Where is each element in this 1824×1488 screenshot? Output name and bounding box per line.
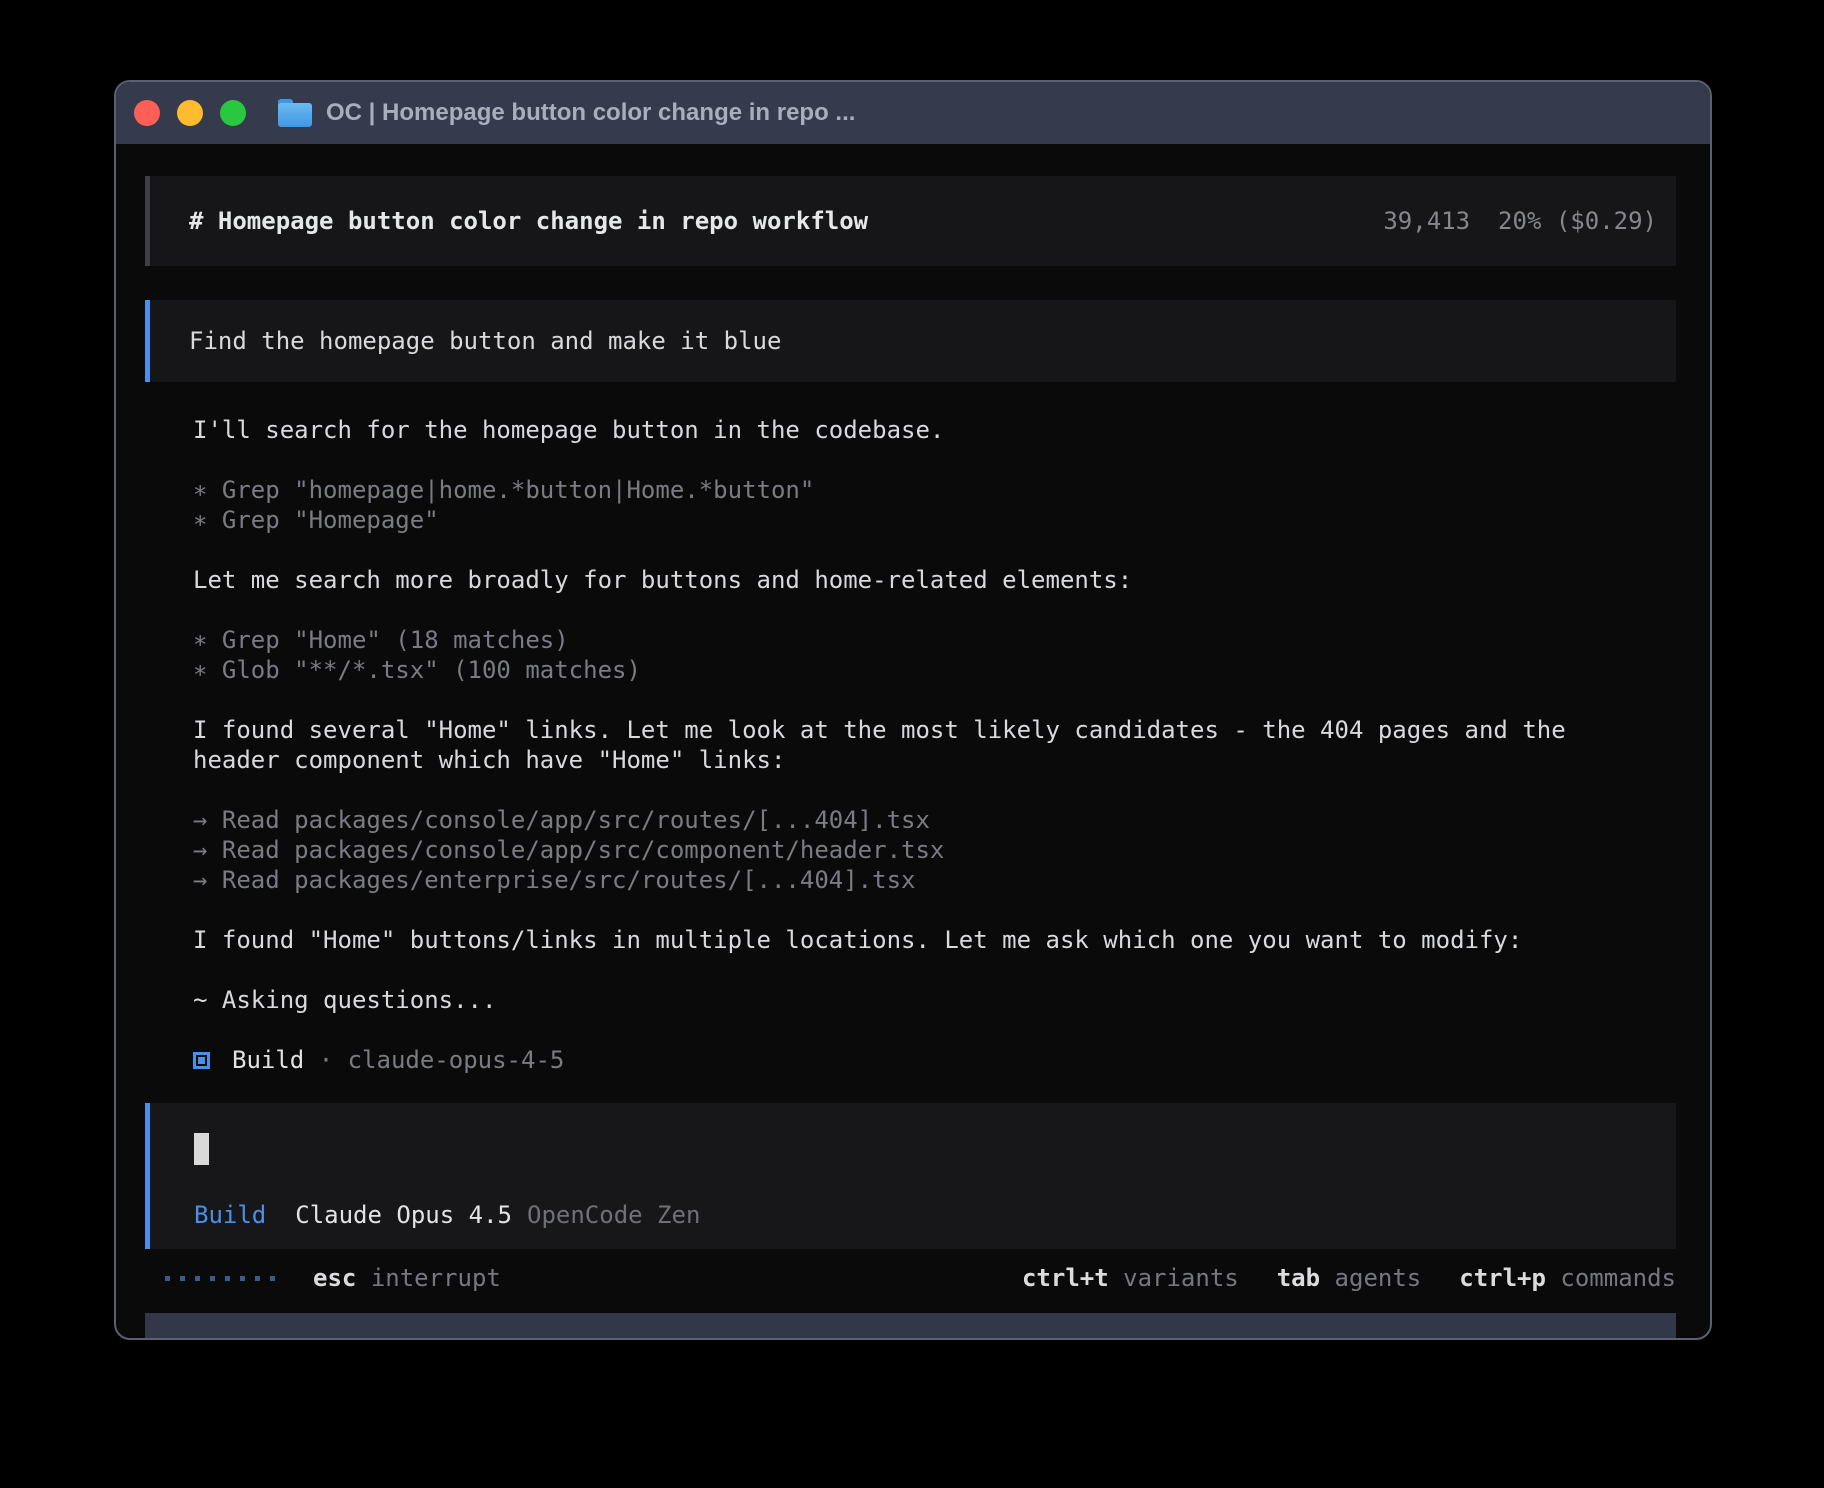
assistant-text-line: header component which have "Home" links… (193, 745, 1676, 775)
blank-line (193, 535, 1676, 565)
tool-call-line: → Read packages/enterprise/src/routes/[.… (193, 865, 1676, 895)
text-cursor (194, 1133, 209, 1165)
folder-icon (278, 99, 312, 127)
window-titlebar[interactable]: OC | Homepage button color change in rep… (116, 82, 1710, 144)
blank-line (193, 955, 1676, 985)
spinner-dots-icon (165, 1276, 275, 1281)
user-message: Find the homepage button and make it blu… (145, 300, 1676, 382)
session-header: # Homepage button color change in repo w… (145, 176, 1676, 266)
esc-key-hint: esc (313, 1264, 356, 1292)
zoom-button[interactable] (220, 100, 246, 126)
session-stats: 39,413 20% ($0.29) (1383, 207, 1657, 235)
tool-call-line: → Read packages/console/app/src/componen… (193, 835, 1676, 865)
blank-line (193, 595, 1676, 625)
tool-call-line: ∗ Grep "Home" (18 matches) (193, 625, 1676, 655)
agent-name: Build (232, 1045, 304, 1075)
shortcut-hint: tab agents (1277, 1264, 1422, 1292)
terminal-window: OC | Homepage button color change in rep… (114, 80, 1712, 1340)
assistant-text-line: Let me search more broadly for buttons a… (193, 565, 1676, 595)
window-bottom-frame (145, 1313, 1676, 1338)
tool-call-line: → Read packages/console/app/src/routes/[… (193, 805, 1676, 835)
agent-square-icon (193, 1052, 210, 1069)
tool-call-line: ∗ Grep "Homepage" (193, 505, 1676, 535)
status-bar: esc interrupt ctrl+t variantstab agentsc… (145, 1263, 1676, 1293)
user-message-text: Find the homepage button and make it blu… (189, 327, 781, 355)
traffic-lights (134, 100, 246, 126)
esc-key-label (356, 1264, 370, 1292)
model-provider: OpenCode Zen (527, 1201, 700, 1229)
blank-line (193, 1015, 1676, 1045)
context-usage: 20% ($0.29) (1498, 207, 1657, 235)
agent-mode[interactable]: Build (194, 1201, 266, 1229)
tool-call-line: ∗ Grep "homepage|home.*button|Home.*butt… (193, 475, 1676, 505)
tool-call-line: ∗ Glob "**/*.tsx" (100 matches) (193, 655, 1676, 685)
blank-line (193, 775, 1676, 805)
assistant-text-line: I'll search for the homepage button in t… (193, 415, 1676, 445)
blank-line (193, 895, 1676, 925)
shortcut-hint: ctrl+p commands (1459, 1264, 1676, 1292)
shortcut-hint: ctrl+t variants (1022, 1264, 1239, 1292)
minimize-button[interactable] (177, 100, 203, 126)
agent-model: · claude-opus-4-5 (304, 1045, 564, 1075)
model-selector[interactable]: Build Claude Opus 4.5 OpenCode Zen (194, 1201, 1646, 1229)
interrupt-label: interrupt (371, 1264, 501, 1292)
assistant-text-line: I found "Home" buttons/links in multiple… (193, 925, 1676, 955)
close-button[interactable] (134, 100, 160, 126)
agent-status-line: Build · claude-opus-4-5 (193, 1045, 1676, 1075)
terminal-content: # Homepage button color change in repo w… (116, 144, 1710, 1338)
token-count: 39,413 (1383, 207, 1470, 235)
prompt-input[interactable]: Build Claude Opus 4.5 OpenCode Zen (145, 1103, 1676, 1249)
blank-line (193, 445, 1676, 475)
session-title: # Homepage button color change in repo w… (189, 207, 1383, 235)
model-name[interactable]: Claude Opus 4.5 (295, 1201, 512, 1229)
blank-line (193, 685, 1676, 715)
window-title: OC | Homepage button color change in rep… (326, 99, 855, 127)
assistant-text-line: ~ Asking questions... (193, 985, 1676, 1015)
assistant-text-line: I found several "Home" links. Let me loo… (193, 715, 1676, 745)
shortcut-hints: ctrl+t variants tab agents ctrl+p commands (1022, 1264, 1676, 1292)
conversation: I'll search for the homepage button in t… (145, 415, 1676, 1075)
